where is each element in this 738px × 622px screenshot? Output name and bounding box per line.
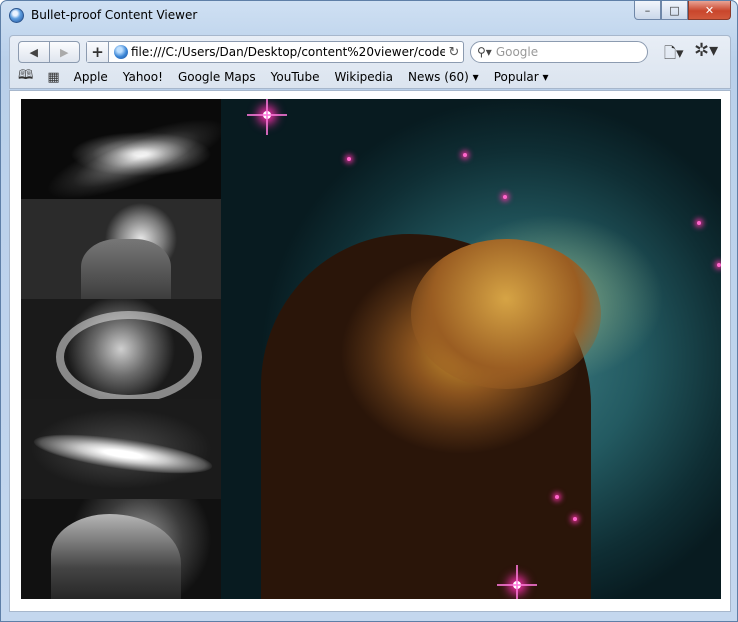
bookmark-google-maps[interactable]: Google Maps [178,70,256,84]
star-icon [503,195,507,199]
search-bar: ⚲▾ [470,41,648,63]
nebula-glow-shape [411,239,601,389]
star-icon [573,517,577,521]
top-sites-icon[interactable]: ▦ [47,70,59,85]
nav-buttons: ◀ ▶ [18,41,80,63]
star-icon [347,157,351,161]
search-icon[interactable]: ⚲▾ [477,45,492,59]
bookmark-youtube[interactable]: YouTube [271,70,320,84]
spiral-galaxy-thumbnail[interactable] [21,99,221,199]
browser-window: Bullet-proof Content Viewer – □ ✕ ◀ ▶ + … [0,0,738,622]
reading-list-icon[interactable]: 🕮 [18,66,33,88]
light-echo-thumbnail[interactable] [21,299,221,399]
star-icon [463,153,467,157]
address-bar: + ↻ [86,41,464,63]
nebula-pillar-thumbnail[interactable] [21,199,221,299]
bookmark-wikipedia[interactable]: Wikipedia [334,70,393,84]
window-title: Bullet-proof Content Viewer [31,8,198,22]
reload-icon[interactable]: ↻ [445,45,463,60]
minimize-button[interactable]: – [634,1,661,20]
bookmark-apple[interactable]: Apple [74,70,108,84]
window-controls: – □ ✕ [634,1,731,21]
thumbnail-strip [21,99,221,599]
star-icon [555,495,559,499]
bookmark-news-menu[interactable]: News (60) ▾ [408,70,479,84]
bookmark-yahoo[interactable]: Yahoo! [123,70,163,84]
eagle-nebula-thumbnail[interactable] [21,499,221,599]
close-button[interactable]: ✕ [688,1,731,20]
maximize-button[interactable]: □ [661,1,688,20]
star-icon [497,565,537,599]
globe-icon [114,45,128,59]
bookmarks-bar: 🕮 ▦ Apple Yahoo! Google Maps YouTube Wik… [18,68,564,86]
app-globe-icon [9,8,24,23]
sombrero-galaxy-thumbnail[interactable] [21,399,221,499]
search-input[interactable] [495,45,647,59]
add-bookmark-button[interactable]: + [87,42,109,62]
forward-button[interactable]: ▶ [48,42,80,62]
star-icon [247,99,287,135]
browser-toolbar: ◀ ▶ + ↻ ⚲▾ 🗋▾ ✲▾ 🕮 ▦ Apple Yahoo! Google… [9,35,731,89]
page-content [9,90,731,612]
bookmark-popular-menu[interactable]: Popular ▾ [494,70,549,84]
gear-icon[interactable]: ✲▾ [694,40,718,61]
title-bar: Bullet-proof Content Viewer – □ ✕ [1,1,737,29]
star-icon [697,221,701,225]
star-icon [717,263,721,267]
main-nebula-image [221,99,721,599]
url-input[interactable] [131,43,445,61]
page-menu-icon[interactable]: 🗋▾ [664,43,684,68]
back-button[interactable]: ◀ [19,42,49,62]
